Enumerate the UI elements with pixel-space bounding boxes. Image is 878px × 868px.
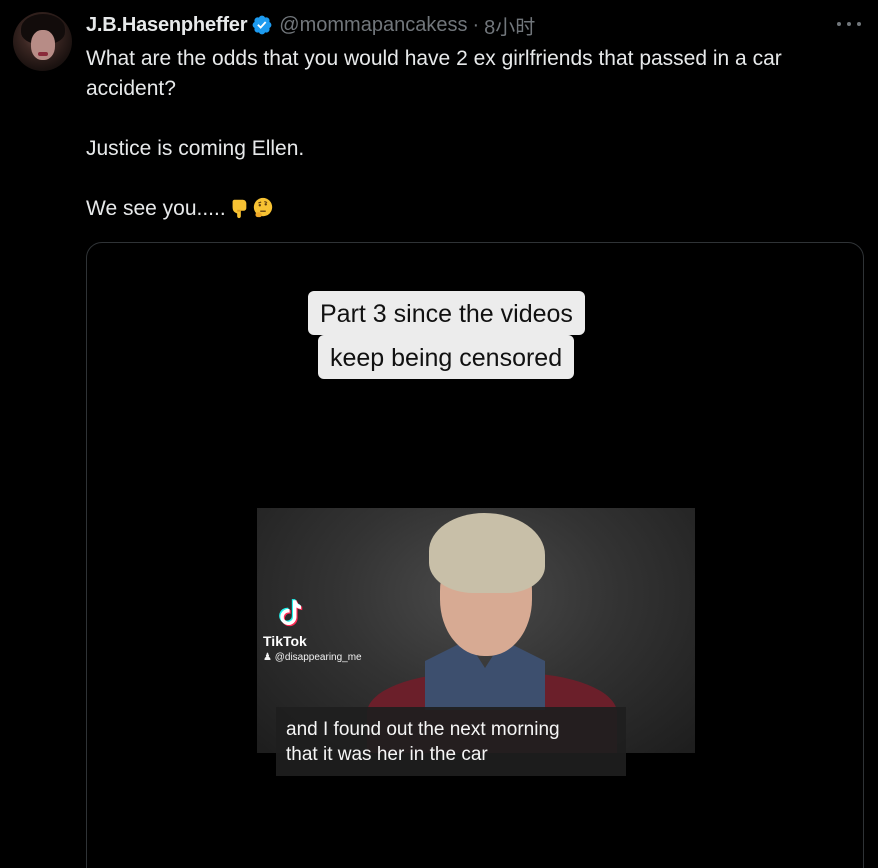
verified-badge-icon[interactable] <box>251 14 273 36</box>
display-name[interactable]: J.B.Hasenpheffer <box>86 14 247 37</box>
handle[interactable]: @mommapancakess <box>279 14 467 37</box>
tweet-text-segment: We see you..... <box>86 197 226 220</box>
subtitle-line: and I found out the next morning <box>286 719 560 740</box>
more-options-button[interactable] <box>837 14 861 34</box>
tiktok-logo-icon <box>279 599 303 627</box>
tiktok-watermark: TikTok ♟ @disappearing_me <box>263 598 362 663</box>
avatar[interactable] <box>13 12 72 71</box>
timestamp[interactable]: 8小时 <box>484 11 535 40</box>
video-media[interactable]: Part 3 since the videos keep being censo… <box>86 242 864 868</box>
ellipsis-icon-dot <box>837 22 841 26</box>
pointing-down-emoji-icon <box>232 199 247 219</box>
tweet-text-line: We see you..... <box>86 194 861 224</box>
tweet[interactable]: J.B.Hasenpheffer @mommapancakess · 8小时 W… <box>0 0 878 868</box>
video-subtitle: and I found out the next morning that it… <box>276 707 626 776</box>
tweet-text: What are the odds that you would have 2 … <box>86 44 861 224</box>
thinking-face-emoji-icon <box>253 197 272 218</box>
tweet-header: J.B.Hasenpheffer @mommapancakess · 8小时 <box>86 11 535 40</box>
ellipsis-icon-dot <box>857 22 861 26</box>
avatar-lips <box>38 52 48 56</box>
tweet-text-line: What are the odds that you would have 2 … <box>86 47 782 100</box>
person-hair <box>429 513 545 593</box>
tiktok-label: TikTok <box>263 633 307 649</box>
subtitle-line: that it was her in the car <box>286 744 488 765</box>
separator: · <box>472 13 480 36</box>
tiktok-username: ♟ @disappearing_me <box>263 652 362 663</box>
tiktok-username-text: @disappearing_me <box>274 652 362 663</box>
tweet-text-line: Justice is coming Ellen. <box>86 137 305 160</box>
ellipsis-icon-dot <box>847 22 851 26</box>
user-icon: ♟ <box>263 652 272 663</box>
video-caption-line: Part 3 since the videos <box>308 291 585 335</box>
video-caption-line: keep being censored <box>318 335 575 379</box>
